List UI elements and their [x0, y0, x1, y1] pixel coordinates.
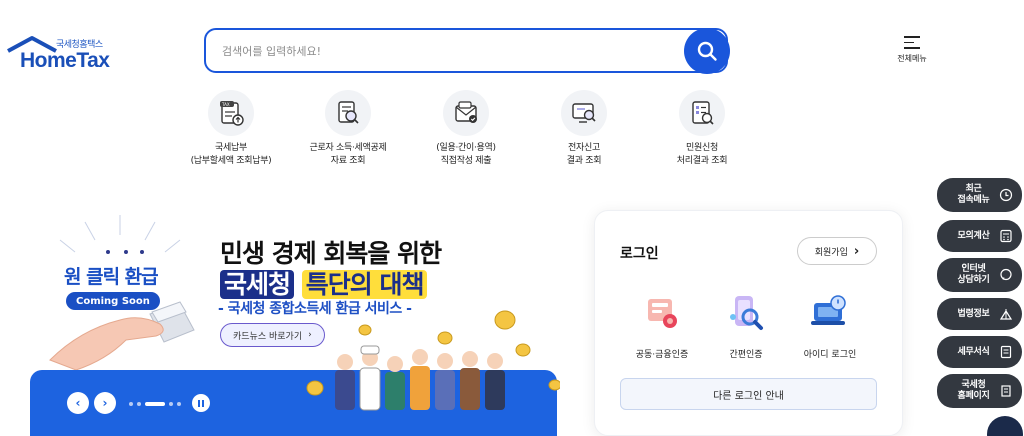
- building-icon: [998, 383, 1014, 399]
- search-button[interactable]: [684, 28, 730, 74]
- document-search-icon: [325, 90, 371, 136]
- headline-highlight-nts: 국세청: [220, 270, 295, 299]
- side-online-consult-button[interactable]: 인터넷 상담하기: [937, 258, 1022, 292]
- quick-menu-label: 근로자 소득·세액공제 자료 조회: [309, 143, 387, 166]
- calculator-icon: [998, 228, 1014, 244]
- mobile-auth-icon: [724, 291, 768, 335]
- quick-menu-label: 국세납부 (납부할세액 조회납부): [190, 143, 272, 166]
- signup-button[interactable]: 회원가입 ›: [797, 237, 877, 265]
- oneclick-refund-title: 원 클릭 환급: [64, 266, 159, 288]
- quick-menu-label: 전자신고 결과 조회: [566, 143, 602, 166]
- scroll-top-button[interactable]: [987, 416, 1023, 436]
- quick-menu-tax-payment[interactable]: TAX 국세납부 (납부할세액 조회납부): [171, 90, 291, 168]
- hometax-page: 국세청홈택스 HomeTax 전체메뉴 TAX 국세납부(납부할: [0, 0, 1024, 436]
- banner-pagination[interactable]: [129, 402, 181, 406]
- pause-icon: [198, 399, 200, 407]
- chat-icon: [998, 267, 1014, 283]
- svg-text:TAX: TAX: [221, 102, 230, 107]
- quick-menu-direct-submit[interactable]: (일용·간이·용역) 직접작성 제출: [406, 90, 526, 168]
- side-label: 인터넷 상담하기: [957, 264, 990, 285]
- search-icon: [697, 41, 717, 61]
- quick-menu-civil-result[interactable]: 민원신청 처리결과 조회: [642, 90, 762, 168]
- pagination-dot[interactable]: [169, 402, 173, 406]
- side-nts-homepage-button[interactable]: 국세청 홈페이지: [937, 374, 1022, 408]
- law-icon: [998, 306, 1014, 322]
- pagination-dot[interactable]: [137, 402, 141, 406]
- banner-prev-button[interactable]: ‹: [67, 392, 89, 414]
- login-option-label: 공동·금융인증: [635, 350, 689, 360]
- signup-label: 회원가입: [814, 247, 848, 258]
- login-option-label: 아이디 로그인: [803, 350, 857, 360]
- id-login-icon: [808, 291, 852, 335]
- all-menu-button[interactable]: 전체메뉴: [890, 36, 934, 70]
- chevron-right-icon: ›: [853, 243, 860, 259]
- form-icon: [998, 344, 1014, 360]
- login-option-simple-auth[interactable]: 간편인증: [701, 291, 791, 360]
- login-title: 로그인: [620, 246, 659, 262]
- side-law-info-button[interactable]: 법령정보: [937, 298, 1022, 330]
- side-tax-forms-button[interactable]: 세무서식: [937, 336, 1022, 368]
- side-label: 세무서식: [957, 346, 990, 357]
- side-label: 법령정보: [957, 308, 990, 319]
- other-login-guide-button[interactable]: 다른 로그인 안내: [620, 378, 877, 410]
- search-input[interactable]: [222, 40, 662, 62]
- pagination-dot-active[interactable]: [145, 402, 165, 406]
- side-label: 최근 접속메뉴: [957, 184, 990, 205]
- quick-menu-deduction-data[interactable]: 근로자 소득·세액공제 자료 조회: [288, 90, 408, 168]
- coming-soon-badge: Coming Soon: [66, 292, 160, 310]
- all-menu-label: 전체메뉴: [897, 53, 927, 63]
- side-label: 국세청 홈페이지: [957, 380, 990, 401]
- certificate-icon: [640, 291, 684, 335]
- side-mock-calc-button[interactable]: 모의계산: [937, 220, 1022, 252]
- side-recent-menu-button[interactable]: 최근 접속메뉴: [937, 178, 1022, 212]
- side-label: 모의계산: [957, 230, 990, 241]
- headline-highlight-measure: 특단의 대책: [301, 270, 428, 299]
- quick-menu-label: 민원신청 처리결과 조회: [676, 143, 728, 166]
- clock-icon: [998, 187, 1014, 203]
- search-box: [204, 28, 728, 73]
- promo-banner[interactable]: 원 클릭 환급 Coming Soon 민생 경제 회복을 위한 국세청 특단의…: [30, 210, 560, 436]
- report-search-icon: [679, 90, 725, 136]
- quick-menu-efiling-result[interactable]: 전자신고 결과 조회: [524, 90, 644, 168]
- hamburger-icon: [904, 36, 920, 49]
- quick-menu-label: (일용·간이·용역) 직접작성 제출: [436, 143, 496, 166]
- logo-title: HomeTax: [20, 49, 110, 72]
- hometax-logo[interactable]: 국세청홈택스 HomeTax: [6, 35, 116, 75]
- pagination-dot[interactable]: [177, 402, 181, 406]
- login-option-id[interactable]: 아이디 로그인: [785, 291, 875, 360]
- login-card: 로그인 회원가입 › 공동·금융인증 간편인증 아이디 로그인 다른 로그인 안…: [594, 210, 903, 436]
- tax-envelope-icon: [443, 90, 489, 136]
- banner-next-button[interactable]: ›: [94, 392, 116, 414]
- pagination-dot[interactable]: [129, 402, 133, 406]
- login-option-label: 간편인증: [729, 350, 763, 360]
- tax-payment-icon: TAX: [208, 90, 254, 136]
- people-with-coins-illustration: [306, 310, 560, 411]
- login-option-certificate[interactable]: 공동·금융인증: [617, 291, 707, 360]
- banner-headline-2: 국세청 특단의 대책: [220, 265, 428, 301]
- banner-pause-button[interactable]: [192, 394, 210, 412]
- monitor-search-icon: [561, 90, 607, 136]
